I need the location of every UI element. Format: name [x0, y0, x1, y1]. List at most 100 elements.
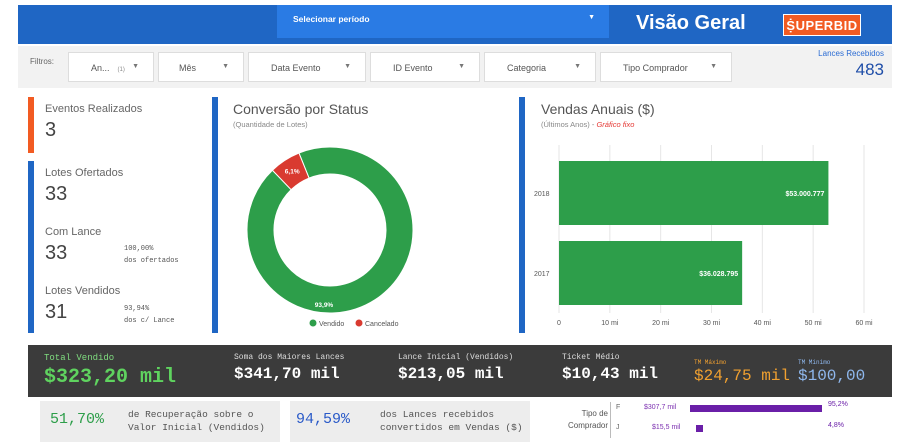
- kpi-side-label: dos ofertados: [124, 257, 179, 265]
- conversao-lances-text: dos Lances recebidos convertidos em Vend…: [380, 409, 523, 433]
- legend-dot: [309, 319, 317, 327]
- lances-recebidos: Lances Recebidos 483: [818, 49, 884, 80]
- metric-label: Total Vendido: [44, 353, 115, 363]
- value-label: $15,5 mil: [652, 424, 681, 431]
- brand-logo: ṨUPERBID: [783, 14, 861, 36]
- chevron-down-icon: ▼: [344, 63, 351, 70]
- conversao-lances-card: 94,59% dos Lances recebidos convertidos …: [290, 401, 530, 442]
- filter-label: Categoria: [507, 63, 547, 73]
- kpi-side-info: 100,00% dos ofertados: [124, 243, 179, 267]
- metric-value: $213,05 mil: [398, 365, 504, 383]
- bar-value-label: $53.000.777: [785, 191, 824, 198]
- kpi-value: 3: [45, 119, 57, 141]
- kpi-side-info: 93,94% dos c/ Lance: [124, 303, 174, 327]
- metric-total-vendido: Total Vendido $323,20 mil: [44, 353, 176, 389]
- metric-label: Lance Inicial (Vendidos): [398, 353, 514, 362]
- bar-j: [696, 425, 703, 432]
- chevron-down-icon: ▼: [588, 14, 595, 21]
- metric-maiores-lances: Soma dos Maiores Lances $341,70 mil: [234, 353, 344, 383]
- x-tick-label: 60 mi: [855, 320, 873, 327]
- metric-ticket-medio: Ticket Médio $10,43 mil: [562, 353, 658, 383]
- slice-label: 6,1%: [285, 169, 300, 176]
- category-label: 2018: [534, 191, 550, 198]
- metric-label: TM Máximo: [694, 359, 727, 366]
- kpi-eventos: Eventos Realizados 3: [28, 97, 200, 153]
- x-tick-label: 10 mi: [601, 320, 619, 327]
- period-label: Selecionar período: [293, 14, 370, 24]
- chevron-down-icon: ▼: [132, 63, 139, 70]
- filter-label: Mês: [179, 63, 197, 73]
- x-tick-label: 30 mi: [703, 320, 721, 327]
- filters-bar: Filtros: An... (1) ▼ Mês ▼ Data Evento ▼ …: [18, 46, 892, 88]
- kpi-side-value: 100,00%: [124, 245, 154, 253]
- vendas-subtitle-fixo: Gráfico fixo: [596, 120, 635, 129]
- filters-label: Filtros:: [30, 57, 54, 66]
- filter-label: An...: [91, 63, 110, 73]
- legend-label: Cancelado: [365, 321, 399, 328]
- x-tick-label: 40 mi: [754, 320, 772, 327]
- recuperacao-pct: 51,70%: [50, 411, 105, 428]
- kpi-accent-bar: [28, 161, 34, 333]
- filter-tipo-comprador[interactable]: Tipo Comprador ▼: [600, 52, 732, 82]
- page-title: Visão Geral: [636, 12, 746, 34]
- filter-badge: (1): [117, 67, 125, 73]
- conversao-lances-pct: 94,59%: [296, 411, 351, 428]
- chevron-down-icon: ▼: [710, 63, 717, 70]
- tipo-comprador-chart: Tipo de Comprador F $307,7 mil 95,2% J $…: [532, 398, 878, 442]
- metric-tm-maximo: TM Máximo $24,75 mil: [694, 359, 790, 385]
- metric-value: $100,00: [798, 367, 866, 385]
- slice-vendido: [246, 146, 414, 314]
- kpi-label: Lotes Vendidos: [45, 285, 121, 297]
- kpi-label: Eventos Realizados: [45, 103, 143, 115]
- slice-label: 93,9%: [315, 302, 334, 309]
- kpi-value: 31: [45, 301, 68, 323]
- recuperacao-text: de Recuperação sobre o Valor Inicial (Ve…: [128, 409, 265, 433]
- filter-categoria[interactable]: Categoria ▼: [484, 52, 596, 82]
- lances-value: 483: [855, 60, 884, 79]
- kpi-side-value: 93,94%: [124, 305, 150, 313]
- chevron-down-icon: ▼: [222, 63, 229, 70]
- category-label: F: [616, 404, 621, 411]
- legend-dot: [355, 319, 363, 327]
- kpi-accent-bar: [28, 97, 34, 153]
- kpi-label: Com Lance: [45, 226, 102, 238]
- filter-data-evento[interactable]: Data Evento ▼: [248, 52, 366, 82]
- metric-label: TM Mínimo: [798, 359, 831, 366]
- x-tick-label: 0: [557, 320, 561, 327]
- vendas-subtitle-text: (Últimos Anos) -: [541, 120, 597, 129]
- vendas-bar-chart: 0 10 mi 20 mi 30 mi 40 mi 50 mi 60 mi $53.000.7…: [534, 145, 873, 327]
- percent-label: 4,8%: [828, 422, 844, 429]
- panel-accent-bar: [519, 97, 525, 333]
- metric-label: Ticket Médio: [562, 353, 620, 362]
- kpi-side-label: dos c/ Lance: [124, 317, 175, 325]
- metric-label: Soma dos Maiores Lances: [234, 353, 345, 362]
- bar-value-label: $36.028.795: [699, 271, 738, 278]
- axis-line: [610, 402, 611, 438]
- filter-ano[interactable]: An... (1) ▼: [68, 52, 154, 82]
- metric-value: $341,70 mil: [234, 365, 340, 383]
- x-tick-label: 50 mi: [805, 320, 823, 327]
- value-label: $307,7 mil: [644, 404, 677, 411]
- filter-id-evento[interactable]: ID Evento ▼: [370, 52, 480, 82]
- filter-mes[interactable]: Mês ▼: [158, 52, 244, 82]
- chevron-down-icon: ▼: [574, 63, 581, 70]
- percent-label: 95,2%: [828, 401, 848, 408]
- bar-f: [690, 405, 822, 412]
- kpi-value: 33: [45, 242, 68, 264]
- metric-value: $10,43 mil: [562, 365, 659, 383]
- metric-value: $24,75 mil: [694, 367, 791, 385]
- metric-value: $323,20 mil: [44, 366, 177, 389]
- kpi-lotes: Lotes Ofertados 33 Com Lance 33 100,00% …: [28, 161, 200, 333]
- summary-bar: Total Vendido $323,20 mil Soma dos Maior…: [28, 345, 892, 397]
- period-selector[interactable]: Selecionar período ▼: [277, 5, 609, 38]
- tipo-comprador-label: Tipo de Comprador: [567, 409, 608, 430]
- vendas-title: Vendas Anuais ($): [541, 101, 655, 117]
- recuperacao-card: 51,70% de Recuperação sobre o Valor Inic…: [40, 401, 280, 442]
- lances-label: Lances Recebidos: [818, 49, 884, 58]
- legend-label: Vendido: [319, 321, 344, 328]
- kpi-label: Lotes Ofertados: [45, 167, 124, 179]
- vendas-subtitle: (Últimos Anos) - Gráfico fixo: [541, 120, 634, 129]
- chevron-down-icon: ▼: [458, 63, 465, 70]
- filter-label: Data Evento: [271, 63, 321, 73]
- kpi-value: 33: [45, 183, 68, 205]
